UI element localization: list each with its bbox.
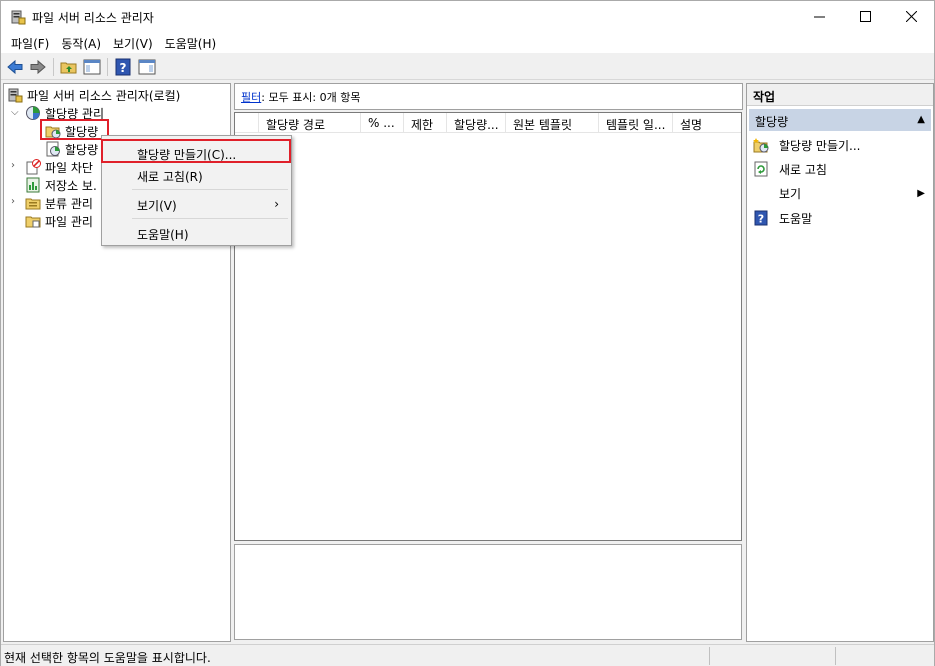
- status-bar: 현재 선택한 항목의 도움말을 표시합니다.: [1, 644, 934, 666]
- storage-reports-icon: [26, 177, 40, 193]
- blank-icon: [753, 185, 769, 201]
- status-text: 현재 선택한 항목의 도움말을 표시합니다.: [4, 651, 211, 665]
- file-screening-icon: [26, 159, 41, 175]
- column-header-template-match[interactable]: 템플릿 일...: [599, 113, 673, 133]
- tree-label: 파일 차단: [45, 160, 93, 175]
- selected-highlight-box: [40, 119, 109, 140]
- expand-chevron-icon[interactable]: ›: [11, 161, 21, 171]
- menu-file[interactable]: 파일(F): [1, 32, 55, 53]
- show-hide-console-tree-icon[interactable]: [83, 58, 101, 76]
- context-menu: 할당량 만들기(C)... 새로 고침(R) 보기(V) › 도움말(H): [101, 135, 292, 246]
- tree-item-file-management[interactable]: 파일 관리: [25, 212, 93, 230]
- action-label: 새로 고침: [779, 162, 827, 177]
- tree-item-storage-reports[interactable]: 저장소 보.: [25, 176, 97, 194]
- actions-section-label: 할당량: [755, 115, 789, 129]
- close-icon: [905, 11, 917, 22]
- action-label: 보기: [779, 186, 802, 201]
- context-separator: [132, 189, 288, 190]
- classification-folder-icon: [25, 198, 41, 210]
- column-header-limit[interactable]: 제한: [404, 113, 447, 133]
- minimize-button[interactable]: [796, 1, 842, 32]
- column-header-icon[interactable]: [235, 113, 259, 133]
- status-separator: [709, 647, 710, 665]
- menu-bar: 파일(F) 동작(A) 보기(V) 도움말(H): [1, 32, 934, 53]
- close-button[interactable]: [888, 1, 934, 32]
- quota-list-view[interactable]: 할당량 경로 % ... 제한 할당량... 원본 템플릿 템플릿 일... 설…: [234, 112, 742, 541]
- title-bar: 파일 서버 리소스 관리자: [1, 1, 934, 32]
- maximize-button[interactable]: [842, 1, 888, 32]
- submenu-arrow-icon: ▶: [917, 187, 925, 199]
- tree-label: 파일 관리: [45, 214, 93, 229]
- help-icon[interactable]: ?: [114, 58, 132, 76]
- maximize-icon: [859, 11, 871, 22]
- detail-pane: [234, 544, 742, 640]
- actions-section-quotas[interactable]: 할당량 ▲: [749, 109, 931, 131]
- svg-text:?: ?: [758, 213, 764, 226]
- help-icon: ?: [754, 210, 768, 226]
- tree-label: 저장소 보.: [45, 178, 97, 193]
- action-refresh[interactable]: 새로 고침: [753, 159, 927, 179]
- up-folder-icon[interactable]: [60, 58, 78, 76]
- context-item-label: 보기(V): [137, 199, 177, 213]
- collapse-chevron-icon[interactable]: ⌵: [11, 108, 21, 118]
- collapse-triangle-icon: ▲: [917, 114, 925, 125]
- tree-item-root[interactable]: 파일 서버 리소스 관리자(로컬): [7, 86, 180, 104]
- tree-item-file-screening[interactable]: 파일 차단: [25, 158, 93, 176]
- filter-bar: 필터: 모두 표시: 0개 항목: [234, 83, 743, 110]
- actions-header: 작업: [747, 84, 933, 106]
- action-help[interactable]: ? 도움말: [753, 208, 927, 228]
- action-view[interactable]: 보기 ▶: [753, 183, 927, 203]
- tree-label: 할당량: [65, 142, 99, 157]
- status-separator: [835, 647, 836, 665]
- tree-item-quota-templates[interactable]: 할당량: [45, 140, 98, 158]
- column-header-description[interactable]: 설명: [673, 113, 741, 133]
- create-quota-icon: [753, 138, 769, 153]
- server-app-icon: [11, 10, 26, 25]
- file-management-folder-icon: [25, 216, 41, 228]
- filter-summary: : 모두 표시: 0개 항목: [261, 91, 361, 104]
- quota-template-icon: [46, 141, 60, 157]
- minimize-icon: [813, 16, 825, 18]
- show-hide-action-pane-icon[interactable]: [138, 58, 156, 76]
- forward-arrow-icon[interactable]: [29, 58, 47, 76]
- server-icon: [8, 88, 23, 103]
- action-create-quota[interactable]: 할당량 만들기...: [753, 135, 927, 155]
- submenu-chevron-icon: ›: [274, 197, 279, 211]
- refresh-icon: [754, 161, 768, 177]
- context-item-help[interactable]: 도움말(H): [105, 222, 289, 244]
- action-label: 할당량 만들기...: [779, 138, 861, 153]
- column-header-row: 할당량 경로 % ... 제한 할당량... 원본 템플릿 템플릿 일... 설…: [235, 113, 741, 133]
- menu-view[interactable]: 보기(V): [107, 32, 159, 53]
- results-pane: 필터: 모두 표시: 0개 항목 할당량 경로 % ... 제한 할당량... …: [234, 83, 743, 642]
- toolbar: ?: [1, 54, 934, 80]
- tree-item-classification[interactable]: 분류 관리: [25, 194, 93, 212]
- back-arrow-icon[interactable]: [6, 58, 24, 76]
- tree-label: 분류 관리: [45, 196, 93, 211]
- menu-action[interactable]: 동작(A): [55, 32, 107, 53]
- window-title: 파일 서버 리소스 관리자: [32, 11, 154, 25]
- context-item-view[interactable]: 보기(V) ›: [105, 193, 289, 215]
- column-header-source-template[interactable]: 원본 템플릿: [506, 113, 599, 133]
- svg-text:?: ?: [120, 61, 127, 75]
- column-header-quota-path[interactable]: 할당량 경로: [259, 113, 361, 133]
- column-header-quota-type[interactable]: 할당량...: [447, 113, 506, 133]
- app-window: 파일 서버 리소스 관리자 파일(F) 동작(A) 보기(V) 도움말(H) ?…: [0, 0, 935, 666]
- toolbar-separator: [53, 58, 54, 76]
- context-item-refresh[interactable]: 새로 고침(R): [105, 164, 289, 186]
- action-label: 도움말: [779, 211, 813, 226]
- context-separator: [132, 218, 288, 219]
- quota-management-icon: [26, 106, 40, 120]
- column-header-percent[interactable]: % ...: [361, 113, 404, 133]
- filter-link[interactable]: 필터: [241, 91, 261, 104]
- toolbar-separator: [107, 58, 108, 76]
- create-quota-highlight-box: [101, 139, 291, 163]
- actions-pane: 작업 할당량 ▲ 할당량 만들기... 새로 고침 보기 ▶ ? 도움말: [746, 83, 934, 642]
- menu-help[interactable]: 도움말(H): [159, 32, 223, 53]
- tree-label: 파일 서버 리소스 관리자(로컬): [27, 88, 181, 103]
- expand-chevron-icon[interactable]: ›: [11, 197, 21, 207]
